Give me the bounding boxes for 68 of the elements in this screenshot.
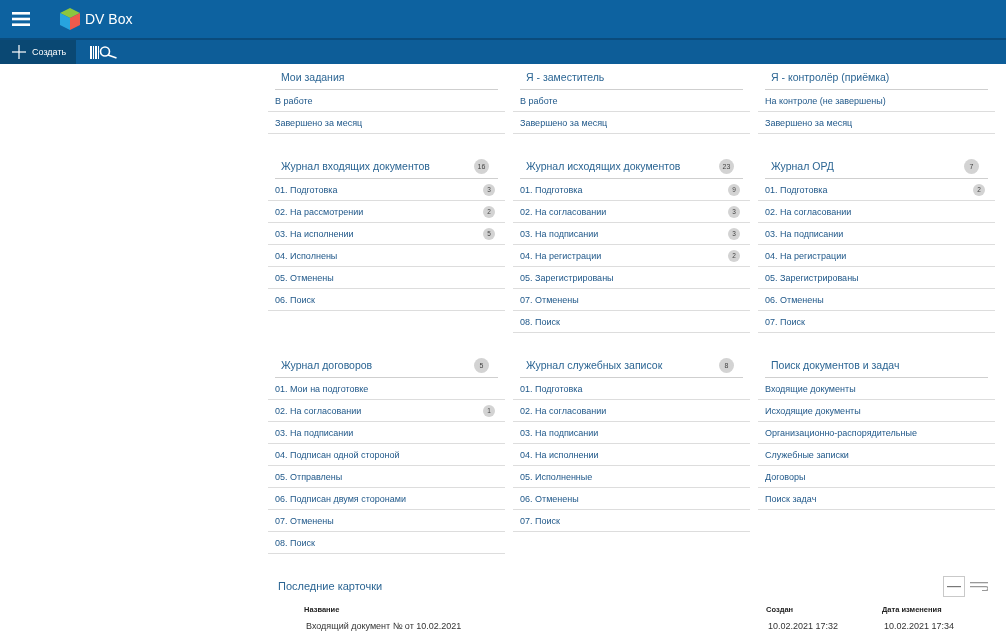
nav-link[interactable]: 02. На согласовании [520,206,607,217]
nav-link[interactable]: 05. Отменены [275,272,334,283]
nav-link[interactable]: Завершено за месяц [520,117,608,128]
nav-link[interactable]: 05. Отправлены [275,471,343,482]
nav-link[interactable]: 06. Подписан двумя сторонами [275,493,406,504]
nav-link[interactable]: 04. На регистрации [520,250,602,261]
nav-link[interactable]: 01. Подготовка [765,184,828,195]
nav-link[interactable]: Договоры [765,471,806,482]
nav-link[interactable]: 02. На согласовании [275,405,362,416]
nav-link[interactable]: Поиск задач [765,493,817,504]
section-title: Журнал договоров [281,359,373,371]
section-title: Мои задания [281,71,345,83]
nav-link[interactable]: 04. На исполнении [520,449,599,460]
section-title: Журнал входящих документов [281,160,430,172]
section-title: Я - заместитель [526,71,605,83]
nav-link[interactable]: 05. Зарегистрированы [765,272,859,283]
minimize-icon[interactable] [943,575,965,597]
nav-link[interactable]: 08. Поиск [520,316,560,327]
create-button[interactable]: Создать [0,40,77,64]
nav-link[interactable]: В работе [275,95,313,106]
nav-link[interactable]: 01. Подготовка [520,383,583,394]
nav-link[interactable]: 05. Зарегистрированы [520,272,614,283]
section-title: Поиск документов и задач [771,359,900,371]
nav-link[interactable]: 07. Поиск [520,515,560,526]
nav-link[interactable]: 03. На подписании [765,228,844,239]
nav-link[interactable]: 07. Отменены [520,294,579,305]
table-cell-text: Входящий документ № от 10.02.2021 [305,621,463,631]
section-title: Последние карточки [278,580,383,592]
nav-link[interactable]: 03. На подписании [520,228,599,239]
nav-link[interactable]: 01. Подготовка [520,184,583,195]
nav-link[interactable]: 01. Мои на подготовке [275,383,369,394]
nav-link[interactable]: 03. На исполнении [275,228,354,239]
nav-link[interactable]: 06. Отменены [765,294,824,305]
nav-link[interactable]: В работе [520,95,558,106]
nav-link[interactable]: Организационно-распорядительные [765,427,917,438]
menu-icon[interactable] [12,12,30,26]
app-title: DV Box [85,11,133,27]
bars-magnifier-icon[interactable] [90,45,118,59]
cube-logo-icon [60,8,80,30]
nav-link[interactable]: 04. Подписан одной стороной [275,449,400,460]
table-cell-text: 10.02.2021 17:32 [767,621,840,631]
section-title: Журнал исходящих документов [526,160,681,172]
nav-link[interactable]: 03. На подписании [275,427,354,438]
nav-link[interactable]: 05. Исполненные [520,471,593,482]
nav-link[interactable]: 04. На регистрации [765,250,847,261]
section-title: Я - контролёр (приёмка) [771,71,890,83]
section-title: Журнал служебных записок [526,359,663,371]
plus-icon [12,45,26,59]
nav-link[interactable]: Завершено за месяц [765,117,853,128]
nav-link[interactable]: 02. На рассмотрении [275,206,364,217]
table-cell-text: 10.02.2021 17:34 [883,621,956,631]
nav-link[interactable]: Исходящие документы [765,405,861,416]
section-title: Журнал ОРД [771,160,834,172]
nav-link[interactable]: 03. На подписании [520,427,599,438]
nav-link[interactable]: 06. Поиск [275,294,315,305]
nav-link[interactable]: Служебные записки [765,449,849,460]
nav-link[interactable]: 04. Исполнены [275,250,338,261]
nav-link[interactable]: 07. Поиск [765,316,805,327]
nav-link[interactable]: 06. Отменены [520,493,579,504]
lines-icon[interactable] [970,581,988,591]
nav-link[interactable]: 02. На согласовании [765,206,852,217]
nav-link[interactable]: Входящие документы [765,383,856,394]
nav-link[interactable]: 01. Подготовка [275,184,338,195]
nav-link[interactable]: 08. Поиск [275,537,315,548]
nav-link[interactable]: 07. Отменены [275,515,334,526]
nav-link[interactable]: На контроле (не завершены) [765,95,886,106]
nav-link[interactable]: 02. На согласовании [520,405,607,416]
nav-link[interactable]: Завершено за месяц [275,117,363,128]
